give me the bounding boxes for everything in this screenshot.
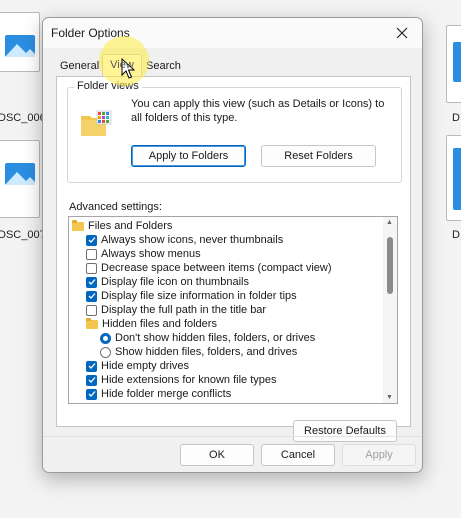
reset-folders-button[interactable]: Reset Folders (261, 145, 376, 167)
desktop-file-icon[interactable] (446, 135, 461, 221)
tab-label: View (110, 59, 134, 71)
advanced-settings-list[interactable]: Files and Folders Always show icons, nev… (68, 216, 398, 404)
folder-views-icon (81, 110, 112, 136)
checkbox[interactable] (86, 304, 97, 316)
checkbox[interactable] (86, 276, 97, 288)
desktop-file-label: D (452, 229, 460, 241)
radio-button[interactable] (100, 346, 111, 358)
checkbox-hide-merge-conflicts[interactable]: Hide folder merge conflicts (86, 387, 231, 401)
checkmark-icon (88, 377, 95, 383)
radio-dont-show-hidden[interactable]: Don't show hidden files, folders, or dri… (100, 331, 315, 345)
desktop-file-icon[interactable] (446, 25, 461, 103)
image-file-icon (453, 42, 461, 82)
checkbox[interactable] (86, 388, 97, 400)
checkbox[interactable] (86, 262, 97, 274)
checkbox-label: Hide empty drives (101, 360, 190, 372)
vertical-scrollbar[interactable]: ▲ ▼ (383, 217, 397, 403)
checkbox[interactable] (86, 248, 97, 260)
checkmark-icon (88, 279, 95, 285)
checkbox-compact-view[interactable]: Decrease space between items (compact vi… (86, 261, 331, 275)
checkbox[interactable] (86, 290, 97, 302)
checkbox-file-size-tips[interactable]: Display file size information in folder … (86, 289, 297, 303)
scroll-up-icon[interactable]: ▲ (386, 219, 393, 226)
tab-label: Search (146, 60, 181, 72)
restore-defaults-button[interactable]: Restore Defaults (293, 420, 397, 442)
checkbox-label: Display file icon on thumbnails (101, 276, 249, 288)
scrollbar-thumb[interactable] (387, 237, 393, 294)
image-file-icon (5, 35, 35, 57)
folder-options-dialog: Folder Options General View Search Folde… (42, 17, 423, 473)
view-tab-panel: Folder views You can apply this view (su… (56, 76, 411, 442)
close-button[interactable] (388, 21, 416, 45)
folder-views-description: You can apply this view (such as Details… (131, 98, 385, 124)
checkbox-always-show-icons[interactable]: Always show icons, never thumbnails (86, 233, 283, 247)
checkbox-file-icon-thumbnails[interactable]: Display file icon on thumbnails (86, 275, 249, 289)
folder-views-group: Folder views You can apply this view (su… (67, 80, 402, 183)
checkbox-label: Hide extensions for known file types (101, 374, 277, 386)
tab-general[interactable]: General (57, 58, 102, 74)
checkmark-icon (88, 237, 95, 243)
radio-show-hidden[interactable]: Show hidden files, folders, and drives (100, 345, 297, 359)
checkbox-always-show-menus[interactable]: Always show menus (86, 247, 201, 261)
tab-search[interactable]: Search (143, 58, 184, 74)
radio-label: Show hidden files, folders, and drives (115, 346, 298, 358)
folder-icon (86, 317, 98, 329)
apply-button[interactable]: Apply (342, 444, 416, 466)
title-bar[interactable]: Folder Options (43, 18, 422, 48)
checkbox-hide-empty-drives[interactable]: Hide empty drives (86, 359, 189, 373)
checkbox-label: Display file size information in folder … (101, 290, 297, 302)
cancel-button[interactable]: Cancel (261, 444, 335, 466)
checkbox-label: Hide folder merge conflicts (101, 388, 232, 400)
checkbox-label: Decrease space between items (compact vi… (101, 262, 332, 274)
checkbox[interactable] (86, 234, 97, 246)
scroll-down-icon[interactable]: ▼ (386, 394, 393, 401)
checkmark-icon (88, 363, 95, 369)
checkbox-label: Always show icons, never thumbnails (101, 234, 284, 246)
apply-to-folders-button[interactable]: Apply to Folders (131, 145, 246, 167)
radio-label: Don't show hidden files, folders, or dri… (115, 332, 316, 344)
desktop-file-label: DSC_007 (0, 229, 46, 241)
tree-item-label: Files and Folders (88, 220, 173, 232)
footer-divider (43, 436, 422, 437)
image-file-icon (5, 163, 35, 185)
advanced-settings-label: Advanced settings: (69, 201, 162, 213)
desktop-file-icon[interactable] (0, 140, 40, 218)
tree-item-label: Hidden files and folders (102, 318, 217, 330)
checkmark-icon (88, 293, 95, 299)
checkmark-icon (88, 391, 95, 397)
checkbox[interactable] (86, 360, 97, 372)
checkbox[interactable] (86, 374, 97, 386)
folder-icon (72, 219, 84, 231)
ok-button[interactable]: OK (180, 444, 254, 466)
close-icon (396, 27, 408, 39)
desktop-file-icon[interactable] (0, 12, 40, 72)
checkbox-label: Display the full path in the title bar (101, 304, 267, 316)
checkbox-hide-extensions[interactable]: Hide extensions for known file types (86, 373, 276, 387)
desktop-file-label: DSC_006 (0, 112, 46, 124)
tree-folder-hidden-files: Hidden files and folders (86, 317, 217, 331)
tab-label: General (60, 60, 100, 72)
desktop-file-label: D (452, 112, 460, 124)
radio-button[interactable] (100, 332, 111, 344)
image-file-icon (453, 148, 461, 210)
checkbox-label: Always show menus (101, 248, 201, 260)
tree-folder-files-and-folders: Files and Folders (72, 219, 172, 233)
checkbox-full-path-title[interactable]: Display the full path in the title bar (86, 303, 266, 317)
